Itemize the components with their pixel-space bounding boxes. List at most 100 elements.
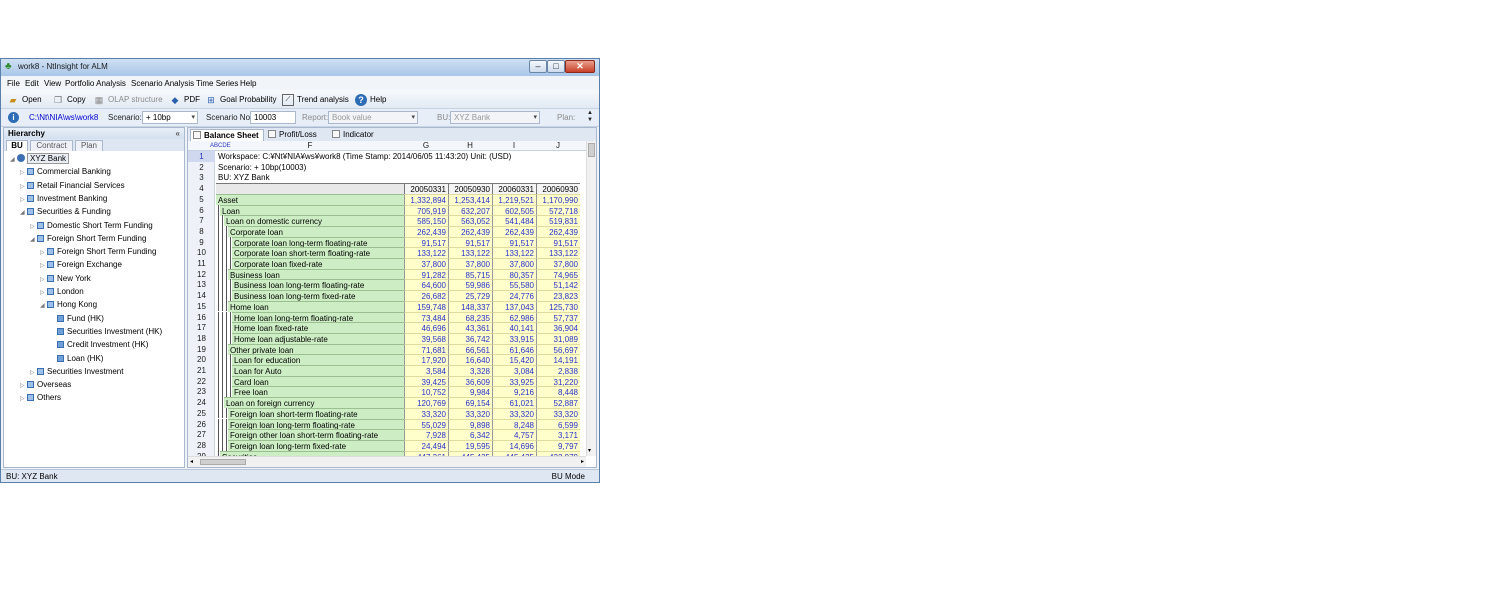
maximize-button[interactable]: □ — [547, 60, 565, 73]
tree-item[interactable]: ◢ Securities & Funding — [20, 205, 111, 218]
value-cell[interactable]: 37,800 — [404, 258, 448, 269]
column-h[interactable]: H — [448, 141, 492, 151]
value-cell[interactable]: 80,357 — [492, 268, 536, 280]
menu-time-series[interactable]: Time Series — [196, 79, 238, 88]
value-cell[interactable]: 262,439 — [492, 225, 536, 237]
menu-scenario-analysis[interactable]: Scenario Analysis — [131, 79, 194, 88]
tree-item[interactable]: ◢ Foreign Short Term Funding — [30, 232, 146, 245]
value-cell[interactable]: 52,887 — [536, 397, 580, 409]
tab-profit-loss[interactable]: Profit/Loss — [266, 129, 328, 141]
value-cell[interactable]: 125,730 — [536, 300, 580, 312]
value-cell[interactable]: 9,797 — [536, 439, 580, 451]
value-cell[interactable]: 37,800 — [492, 258, 536, 269]
value-cell[interactable]: 24,494 — [404, 439, 448, 451]
value-cell[interactable]: 40,141 — [492, 322, 536, 334]
row-label[interactable]: Business loan — [228, 268, 404, 280]
row-number[interactable]: 10 — [188, 247, 215, 258]
row-label[interactable]: Business loan long-term floating-rate — [232, 279, 404, 291]
tree-item[interactable]: ◢ Hong Kong — [40, 298, 97, 311]
value-cell[interactable]: 3,171 — [536, 429, 580, 441]
workspace-path-link[interactable]: C:\Nt\NIA\ws\work8 — [29, 113, 98, 122]
row-number[interactable]: 11 — [188, 258, 215, 269]
value-cell[interactable]: 262,439 — [448, 225, 492, 237]
horizontal-scrollbar[interactable]: ◂ ▸ — [188, 456, 586, 467]
row-number[interactable]: 8 — [188, 226, 215, 237]
tree-item[interactable]: ▷ Foreign Short Term Funding — [40, 245, 156, 258]
value-cell[interactable]: 6,599 — [536, 418, 580, 430]
value-cell[interactable]: 705,919 — [404, 204, 448, 216]
row-label[interactable]: Other private loan — [228, 343, 404, 355]
date-header[interactable]: 20050930 — [448, 183, 492, 195]
expanded-arrow-icon[interactable]: ◢ — [30, 234, 37, 247]
expanded-arrow-icon[interactable]: ◢ — [40, 300, 47, 313]
value-cell[interactable]: 91,517 — [492, 236, 536, 248]
value-cell[interactable]: 602,505 — [492, 204, 536, 216]
value-cell[interactable]: 9,216 — [492, 386, 536, 398]
value-cell[interactable]: 36,742 — [448, 332, 492, 344]
column-g[interactable]: G — [404, 141, 448, 151]
value-cell[interactable]: 55,029 — [404, 418, 448, 430]
value-cell[interactable]: 17,920 — [404, 354, 448, 366]
row-number[interactable]: 18 — [188, 333, 215, 344]
scroll-left-icon[interactable]: ◂ — [190, 458, 193, 465]
value-cell[interactable]: 14,696 — [492, 439, 536, 451]
date-header[interactable]: 20060930 — [536, 183, 580, 195]
tree-item[interactable]: Loan (HK) — [50, 352, 103, 365]
value-cell[interactable]: 16,640 — [448, 354, 492, 366]
value-cell[interactable]: 14,191 — [536, 354, 580, 366]
row-number[interactable]: 7 — [188, 215, 215, 226]
value-cell[interactable]: 3,584 — [404, 365, 448, 376]
info-icon[interactable]: i — [8, 112, 19, 123]
value-cell[interactable]: 33,320 — [492, 407, 536, 419]
row-number[interactable]: 25 — [188, 408, 215, 419]
menu-help[interactable]: Help — [240, 79, 256, 88]
row-label[interactable]: Home loan adjustable-rate — [232, 332, 404, 344]
menu-file[interactable]: File — [7, 79, 20, 88]
value-cell[interactable]: 46,696 — [404, 322, 448, 334]
value-cell[interactable]: 10,752 — [404, 386, 448, 398]
open-button[interactable]: ▰ Open — [7, 93, 42, 106]
value-cell[interactable]: 61,646 — [492, 343, 536, 355]
value-cell[interactable]: 39,568 — [404, 332, 448, 344]
row-number[interactable]: 28 — [188, 440, 215, 451]
row-label[interactable]: Home loan long-term floating-rate — [232, 311, 404, 323]
column-j[interactable]: J — [536, 141, 580, 151]
tree-item[interactable]: ▷ Foreign Exchange — [40, 258, 122, 271]
row-label[interactable]: Corporate loan — [228, 225, 404, 237]
value-cell[interactable]: 26,682 — [404, 290, 448, 302]
tree-item[interactable]: ▷ Retail Financial Services — [20, 179, 125, 192]
value-cell[interactable]: 4,757 — [492, 429, 536, 441]
bu-select[interactable]: XYZ Bank ▾ — [450, 111, 540, 124]
row-label[interactable]: Foreign loan long-term fixed-rate — [228, 439, 404, 451]
tree-item[interactable]: ▷ Domestic Short Term Funding — [30, 219, 153, 232]
value-cell[interactable]: 3,328 — [448, 365, 492, 376]
value-cell[interactable]: 24,776 — [492, 290, 536, 302]
row-label[interactable]: Corporate loan fixed-rate — [232, 258, 404, 269]
row-label[interactable]: Loan for education — [232, 354, 404, 366]
row-number[interactable]: 3 — [188, 172, 215, 183]
value-cell[interactable]: 572,718 — [536, 204, 580, 216]
value-cell[interactable]: 31,089 — [536, 332, 580, 344]
value-cell[interactable]: 91,517 — [536, 236, 580, 248]
menu-view[interactable]: View — [44, 79, 61, 88]
row-label[interactable]: Loan for Auto — [232, 365, 404, 376]
tree-item[interactable]: Credit Investment (HK) — [50, 338, 148, 351]
value-cell[interactable]: 91,517 — [448, 236, 492, 248]
value-cell[interactable]: 55,580 — [492, 279, 536, 291]
hscroll-thumb[interactable] — [200, 459, 246, 465]
expanded-arrow-icon[interactable]: ◢ — [20, 207, 27, 220]
value-cell[interactable]: 31,220 — [536, 375, 580, 387]
row-label[interactable]: Home loan fixed-rate — [232, 322, 404, 334]
close-button[interactable]: ✕ — [565, 60, 595, 73]
value-cell[interactable]: 541,484 — [492, 215, 536, 227]
menu-edit[interactable]: Edit — [25, 79, 39, 88]
row-label[interactable]: Loan on foreign currency — [224, 397, 404, 409]
tree-item[interactable]: ▷ Commercial Banking — [20, 165, 111, 178]
column-i[interactable]: I — [492, 141, 536, 151]
value-cell[interactable]: 148,337 — [448, 300, 492, 312]
row-number[interactable]: 9 — [188, 237, 215, 248]
tab-indicator[interactable]: Indicator — [330, 129, 384, 141]
value-cell[interactable]: 262,439 — [536, 225, 580, 237]
value-cell[interactable]: 133,122 — [536, 247, 580, 259]
value-cell[interactable]: 585,150 — [404, 215, 448, 227]
